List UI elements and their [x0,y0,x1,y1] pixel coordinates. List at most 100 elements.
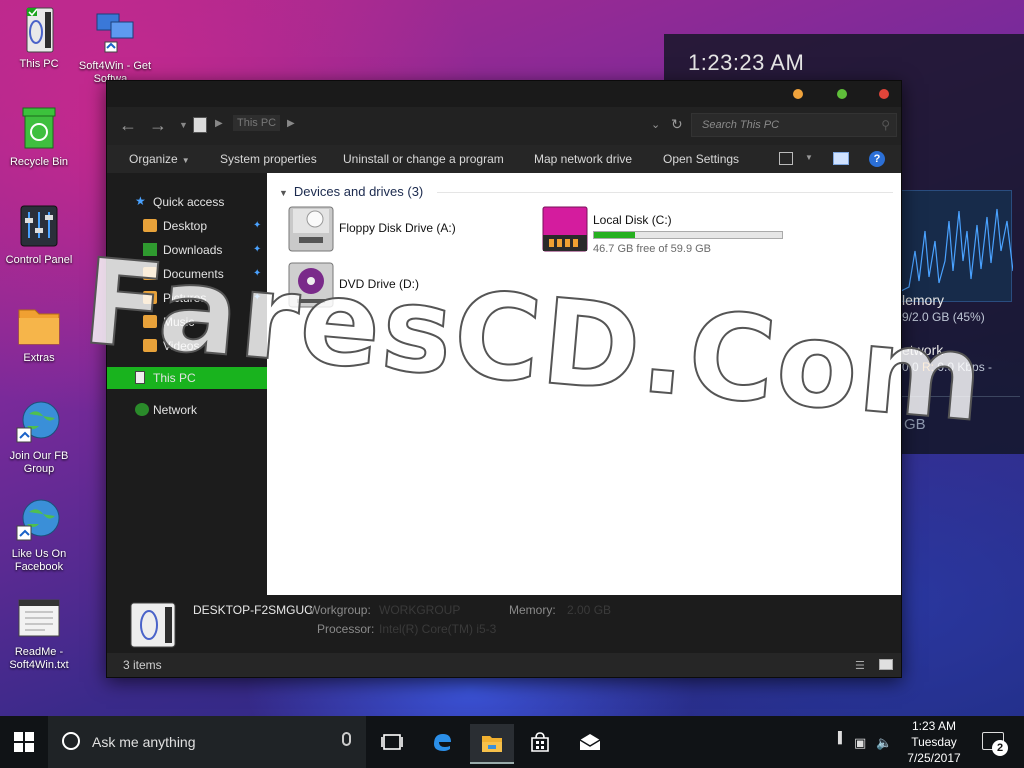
breadcrumb-chevron-icon[interactable]: ▶ [215,118,223,129]
group-count: (3) [407,184,424,199]
drive-name: DVD Drive (D:) [339,277,419,291]
breadcrumb-chevron-icon[interactable]: ▶ [287,118,295,129]
search-input[interactable] [692,114,862,136]
help-icon[interactable]: ? [869,151,885,167]
desktop-icon-label: Control Panel [5,254,73,266]
system-properties-button[interactable]: System properties [220,152,317,166]
dvd-drive-icon [287,261,335,309]
folder-icon [143,315,157,328]
map-network-drive-button[interactable]: Map network drive [534,152,632,166]
clock-time: 1:23 AM [911,719,957,733]
taskbar-clock[interactable]: 1:23 AM Tuesday 7/25/2017 [898,718,970,766]
floppy-drive-icon [287,205,335,253]
taskbar: Ask me anything ▐ ▣ 🔈 1:23 AM Tuesday 7/… [0,716,1024,768]
network-computers-icon [91,8,139,56]
desktop-icon-recycle-bin[interactable]: Recycle Bin [2,104,76,169]
file-explorer-icon [482,736,502,752]
sidebar-item-desktop[interactable]: Desktop ✦ [107,215,267,237]
close-button[interactable] [879,89,889,99]
folder-icon [143,267,157,280]
pin-icon[interactable]: ✦ [253,244,261,255]
network-title: etwork [902,342,944,358]
sidebar-item-pictures[interactable]: Pictures ✦ [107,287,267,309]
minimize-button[interactable] [793,89,803,99]
file-explorer-window: ← → ▼ ▶ This PC ▶ ⌄ ↻ ⚲ Organize▼ System… [106,80,902,678]
group-header-devices[interactable]: ▼ Devices and drives (3) [279,184,423,199]
desktop-icon-facebook[interactable]: Like Us On Facebook [2,496,76,574]
start-button[interactable] [0,716,48,768]
organize-button[interactable]: Organize ▼ [129,152,190,166]
volume-icon[interactable]: 🔈 [876,735,892,751]
widget-clock: 1:23:23 AM [688,50,805,75]
desktop-icon-control-panel[interactable]: Control Panel [2,202,76,267]
network-status-icon[interactable]: ▣ [854,735,866,751]
disk-usage-fill [594,232,636,238]
breadcrumb-this-pc[interactable]: This PC [233,115,281,131]
title-bar[interactable] [107,81,901,107]
folder-icon [143,339,157,352]
change-view-icon[interactable] [779,152,793,165]
microphone-icon[interactable] [342,732,351,746]
forward-arrow-icon[interactable]: → [149,115,167,136]
disk-value: GB [904,416,926,433]
sidebar-item-label: Downloads [163,243,223,257]
search-icon[interactable]: ⚲ [881,118,890,132]
this-pc-small-icon [193,117,207,133]
sidebar-item-this-pc[interactable]: This PC [107,367,267,389]
sidebar-item-downloads[interactable]: Downloads ✦ [107,239,267,261]
sidebar-item-quick-access[interactable]: ★ Quick access [107,191,267,213]
open-settings-button[interactable]: Open Settings [663,152,739,166]
show-hidden-icons-chevron-icon[interactable]: ▐ [834,732,842,744]
desktop-icon-extras[interactable]: Extras [2,300,76,365]
clock-date: 7/25/2017 [907,751,961,765]
pin-icon[interactable]: ✦ [253,220,261,231]
clock-day: Tuesday [911,735,957,749]
desktop-icon-fb-group[interactable]: Join Our FB Group [2,398,76,476]
sidebar-item-label: Videos [163,339,200,353]
pin-icon[interactable]: ✦ [253,268,261,279]
processor-value: Intel(R) Core(TM) i5-3 [379,622,497,636]
large-icons-view-icon[interactable] [879,659,893,670]
cortana-search-box[interactable]: Ask me anything [48,716,366,768]
sidebar-item-label: Music [163,315,195,329]
desktop-icon-label: Join Our FB Group [9,450,69,475]
computer-icon [135,371,145,384]
edge-browser-icon[interactable] [430,730,454,754]
desktop-icon-soft4win[interactable]: Soft4Win - Get Softwa... [78,8,152,86]
task-view-icon[interactable] [380,730,404,754]
recent-locations-caret-icon[interactable]: ▼ [179,120,188,130]
computer-icon [15,6,63,54]
sidebar-item-label: Documents [163,267,224,281]
mail-icon[interactable] [578,730,602,754]
pin-icon[interactable]: ✦ [253,292,261,303]
desktop-icon-this-pc[interactable]: This PC [2,6,76,71]
address-dropdown-icon[interactable]: ⌄ [651,118,660,131]
desktop-icon-label: This PC [19,58,59,70]
organize-label: Organize [129,152,178,166]
star-icon: ★ [135,194,146,208]
sidebar-item-label: Pictures [163,291,207,305]
navigation-bar: ← → ▼ ▶ This PC ▶ ⌄ ↻ ⚲ [107,107,901,145]
maximize-button[interactable] [837,89,847,99]
folder-icon [143,291,157,304]
sidebar-item-documents[interactable]: Documents ✦ [107,263,267,285]
memory-title: lemory [902,292,945,308]
sidebar-item-network[interactable]: Network [107,399,267,421]
search-box[interactable]: ⚲ [691,113,897,137]
store-icon[interactable] [528,730,552,754]
sidebar-item-music[interactable]: Music [107,311,267,333]
download-arrow-icon [143,243,157,256]
desktop-icon-readme[interactable]: ReadMe - Soft4Win.txt [2,594,76,672]
uninstall-program-button[interactable]: Uninstall or change a program [343,152,504,166]
cortana-prompt: Ask me anything [92,734,196,750]
preview-pane-icon[interactable] [833,152,849,165]
file-explorer-taskbar-button[interactable] [470,724,514,764]
details-view-icon[interactable]: ☰ [855,659,865,672]
chevron-down-icon: ▼ [181,156,190,165]
notification-count-badge: 2 [992,740,1008,756]
chevron-down-icon[interactable]: ▼ [805,153,813,162]
refresh-icon[interactable]: ↻ [671,116,683,133]
back-arrow-icon[interactable]: ← [119,115,137,136]
sidebar-item-videos[interactable]: Videos [107,335,267,357]
desktop-icon-label: Recycle Bin [9,156,69,168]
